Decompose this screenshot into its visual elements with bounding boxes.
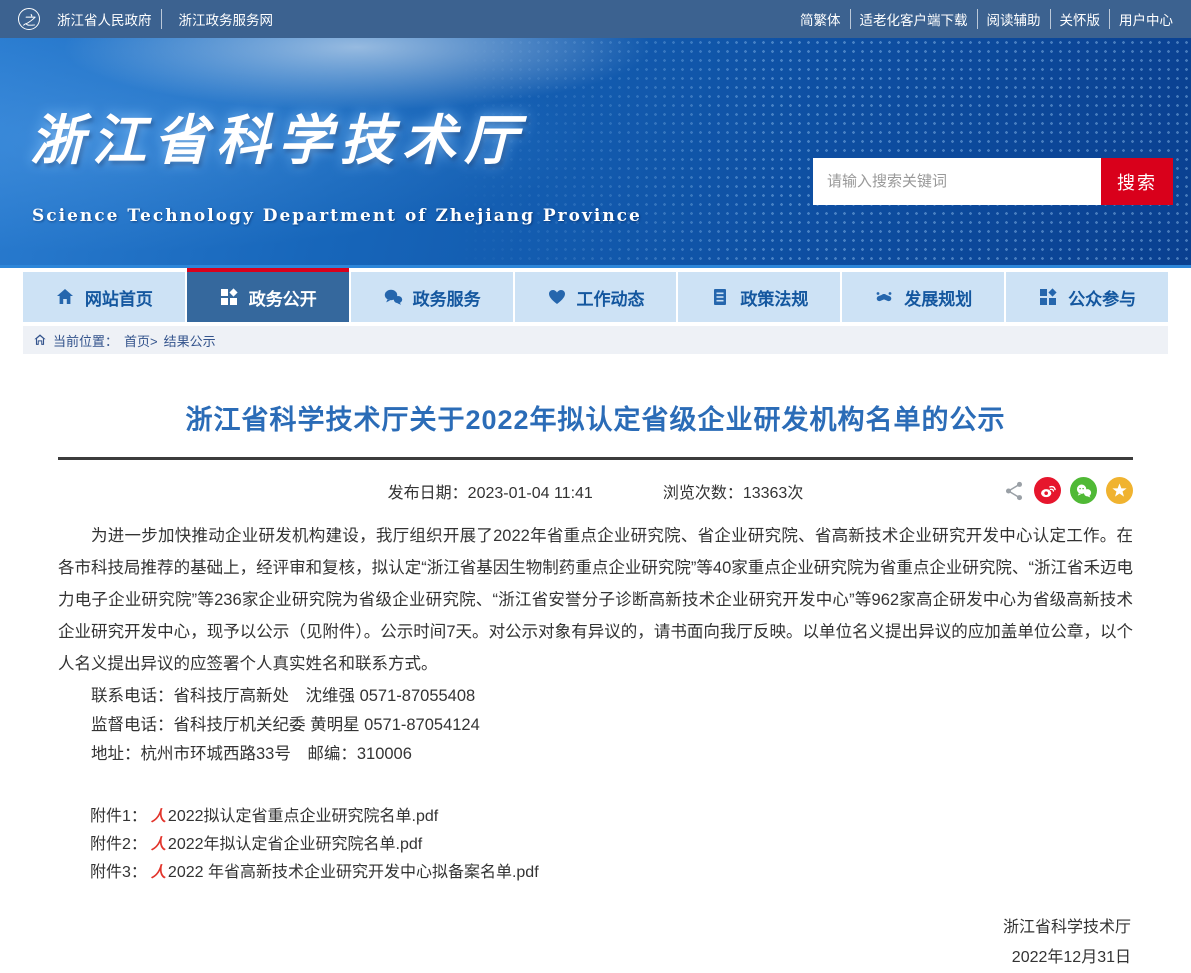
- breadcrumb: 当前位置： 首页> 结果公示: [23, 326, 1168, 354]
- contact-phone-line: 联系电话：省科技厅高新处 沈维强 0571-87055408: [58, 682, 1133, 711]
- view-count-value: 13363次: [743, 485, 804, 502]
- nav-tab-gov-services[interactable]: 政务服务: [351, 272, 515, 322]
- signature-org: 浙江省科学技术厅: [58, 913, 1131, 943]
- nav-tab-gov-info-disclosure[interactable]: 政务公开: [187, 272, 351, 322]
- view-count: 浏览次数：13363次: [663, 479, 804, 503]
- breadcrumb-home-link[interactable]: 首页>: [124, 331, 158, 350]
- signature-date: 2022年12月31日: [58, 943, 1131, 973]
- link-care-version[interactable]: 关怀版: [1051, 9, 1111, 29]
- share-buttons: [1003, 477, 1133, 504]
- pdf-icon: 人: [147, 808, 168, 825]
- title-divider: [58, 457, 1133, 460]
- attachment-list: 附件1：人2022拟认定省重点企业研究院名单.pdf 附件2：人2022年拟认定…: [58, 803, 1133, 887]
- world-map-dots-decoration: [453, 38, 1191, 265]
- nav-tab-label: 政策法规: [740, 285, 808, 310]
- handshake-icon: [874, 287, 894, 307]
- attachment-link[interactable]: 2022年拟认定省企业研究院名单.pdf: [168, 836, 422, 853]
- home-icon: [55, 287, 75, 307]
- link-elderly-client-download[interactable]: 适老化客户端下载: [851, 9, 978, 29]
- zhejiang-gov-logo-icon: 之: [18, 8, 40, 30]
- chat-icon: [383, 287, 403, 307]
- attachment-row: 附件2：人2022年拟认定省企业研究院名单.pdf: [58, 831, 1133, 859]
- publish-date-value: 2023-01-04 11:41: [468, 485, 593, 502]
- supervision-phone-line: 监督电话：省科技厅机关纪委 黄明星 0571-87054124: [58, 711, 1133, 740]
- attachment-link[interactable]: 2022拟认定省重点企业研究院名单.pdf: [168, 808, 438, 825]
- nav-tab-label: 网站首页: [85, 285, 153, 310]
- link-provincial-gov[interactable]: 浙江省人民政府: [48, 9, 162, 29]
- breadcrumb-label: 当前位置：: [53, 331, 118, 350]
- search-input[interactable]: [813, 158, 1101, 205]
- view-count-label: 浏览次数：: [663, 485, 743, 502]
- home-outline-icon: [33, 333, 47, 347]
- blocks-icon: [1038, 287, 1058, 307]
- nav-tab-home[interactable]: 网站首页: [23, 272, 187, 322]
- banner: 浙江省科学技术厅 Science Technology Department o…: [0, 38, 1191, 268]
- document-icon: [710, 287, 730, 307]
- nav-tab-label: 发展规划: [904, 285, 972, 310]
- nav-tab-label: 工作动态: [577, 285, 645, 310]
- breadcrumb-current: 结果公示: [164, 331, 216, 350]
- article-container: 浙江省科学技术厅关于2022年拟认定省级企业研发机构名单的公示 发布日期：202…: [58, 354, 1133, 973]
- publish-date: 发布日期：2023-01-04 11:41: [388, 479, 593, 503]
- nav-tab-work-updates[interactable]: 工作动态: [515, 272, 679, 322]
- search-bar: 搜索: [813, 158, 1173, 205]
- attachment-label: 附件2：: [90, 836, 147, 853]
- article-meta-row: 发布日期：2023-01-04 11:41 浏览次数：13363次: [58, 476, 1133, 506]
- nav-tab-label: 政务服务: [413, 285, 481, 310]
- nav-tab-label: 公众参与: [1068, 285, 1136, 310]
- link-service-site[interactable]: 浙江政务服务网: [170, 9, 274, 29]
- attachment-link[interactable]: 2022 年省高新技术企业研究开发中心拟备案名单.pdf: [168, 864, 539, 881]
- signature-block: 浙江省科学技术厅 2022年12月31日: [58, 913, 1133, 973]
- article-paragraph: 为进一步加快推动企业研发机构建设，我厅组织开展了2022年省重点企业研究院、省企…: [58, 520, 1133, 680]
- site-subtitle-english: Science Technology Department of Zhejian…: [32, 206, 642, 226]
- link-reading-aid[interactable]: 阅读辅助: [978, 9, 1051, 29]
- wechat-share-icon[interactable]: [1070, 477, 1097, 504]
- qzone-share-icon[interactable]: [1106, 477, 1133, 504]
- nav-tab-development-planning[interactable]: 发展规划: [842, 272, 1006, 322]
- utility-links: 简繁体 适老化客户端下载 阅读辅助 关怀版 用户中心: [791, 9, 1173, 29]
- link-simplified-traditional[interactable]: 简繁体: [791, 9, 851, 29]
- article-title: 浙江省科学技术厅关于2022年拟认定省级企业研发机构名单的公示: [58, 398, 1133, 437]
- contact-info: 联系电话：省科技厅高新处 沈维强 0571-87055408 监督电话：省科技厅…: [58, 682, 1133, 769]
- share-icon[interactable]: [1003, 480, 1025, 502]
- blocks-icon: [219, 287, 239, 307]
- search-button[interactable]: 搜索: [1101, 158, 1173, 205]
- main-nav: 网站首页 政务公开 政务服务 工作动态 政策法规 发展规划 公众参与: [23, 272, 1168, 322]
- nav-tab-policies-regulations[interactable]: 政策法规: [678, 272, 842, 322]
- attachment-label: 附件1：: [90, 808, 147, 825]
- attachment-label: 附件3：: [90, 864, 147, 881]
- pdf-icon: 人: [147, 864, 168, 881]
- weibo-share-icon[interactable]: [1034, 477, 1061, 504]
- attachment-row: 附件3：人2022 年省高新技术企业研究开发中心拟备案名单.pdf: [58, 859, 1133, 887]
- link-user-center[interactable]: 用户中心: [1110, 9, 1173, 29]
- attachment-row: 附件1：人2022拟认定省重点企业研究院名单.pdf: [58, 803, 1133, 831]
- nav-tab-public-participation[interactable]: 公众参与: [1006, 272, 1168, 322]
- article-body: 为进一步加快推动企业研发机构建设，我厅组织开展了2022年省重点企业研究院、省企…: [58, 520, 1133, 973]
- nav-tab-label: 政务公开: [249, 285, 317, 310]
- site-title: 浙江省科学技术厅: [30, 96, 526, 175]
- pdf-icon: 人: [147, 836, 168, 853]
- gov-links: 之 浙江省人民政府 浙江政务服务网: [18, 8, 273, 30]
- heart-icon: [547, 287, 567, 307]
- top-utility-bar: 之 浙江省人民政府 浙江政务服务网 简繁体 适老化客户端下载 阅读辅助 关怀版 …: [0, 0, 1191, 38]
- address-line: 地址：杭州市环城西路33号 邮编：310006: [58, 740, 1133, 769]
- publish-date-label: 发布日期：: [388, 485, 468, 502]
